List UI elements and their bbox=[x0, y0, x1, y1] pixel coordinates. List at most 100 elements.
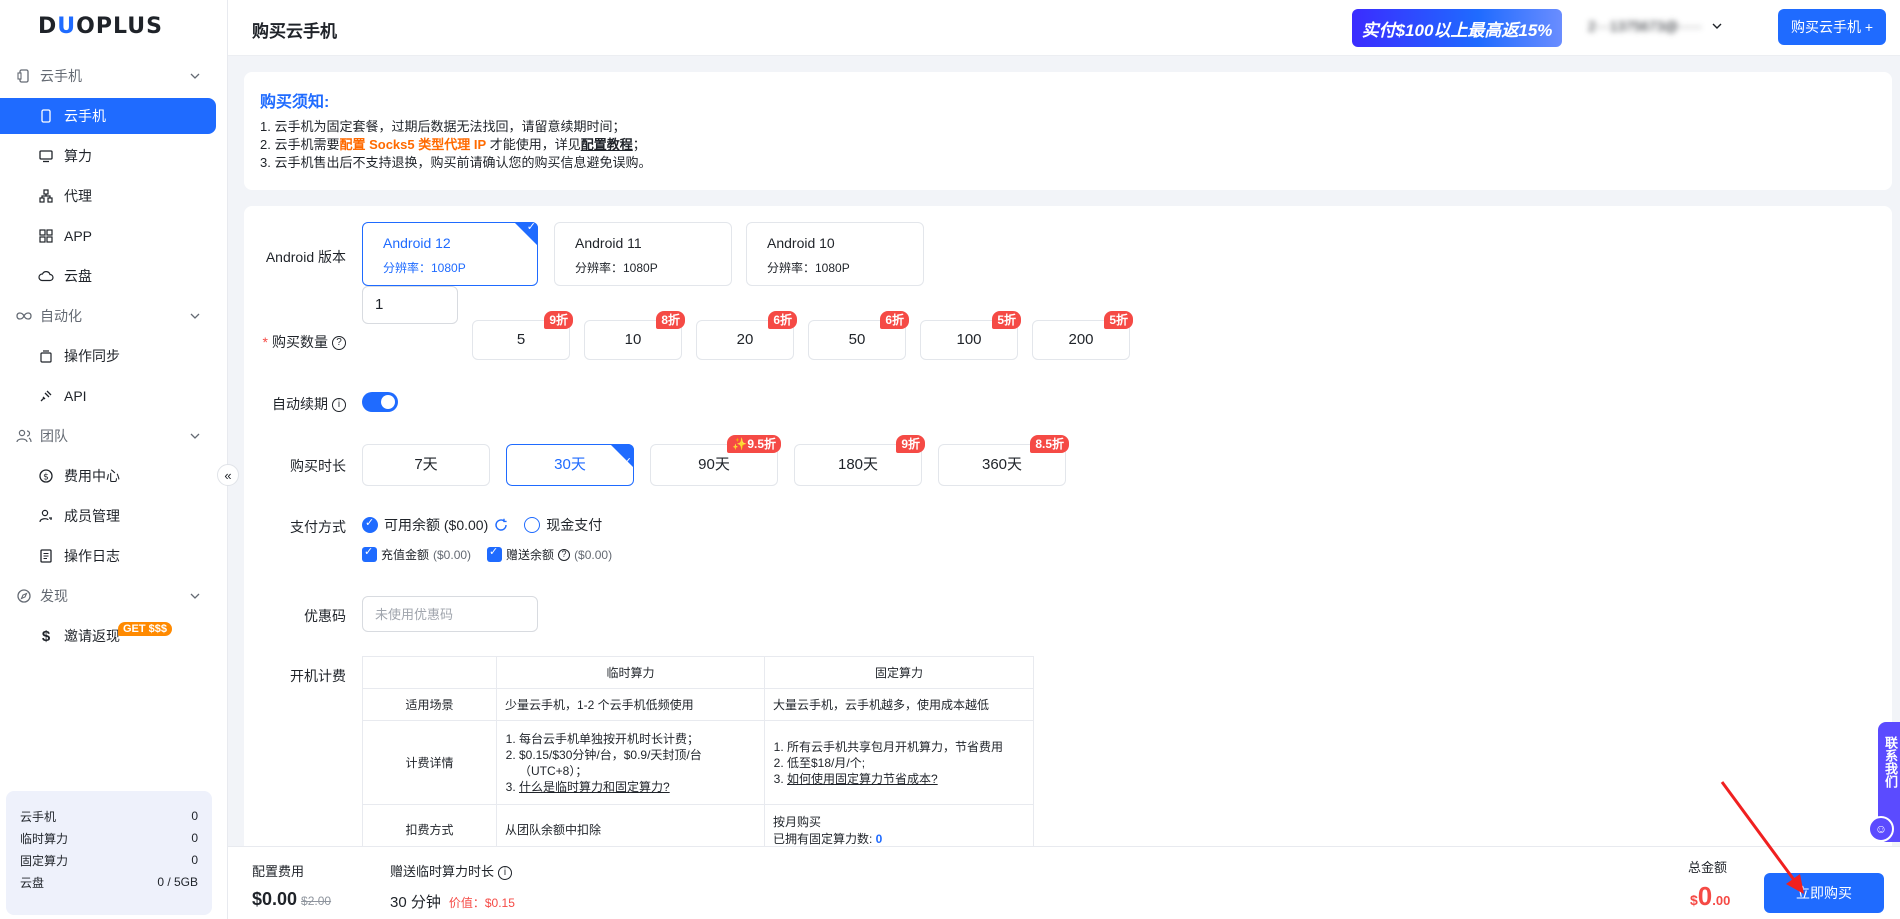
sidebar-item-logs[interactable]: 操作日志 bbox=[0, 536, 216, 576]
payment-label: 支付方式 bbox=[290, 519, 346, 535]
chevron-down-icon bbox=[190, 593, 200, 599]
notice-line: 2. 云手机需要配置 Socks5 类型代理 IP 才能使用，详见配置教程； bbox=[260, 137, 646, 152]
config-tutorial-link[interactable]: 配置教程 bbox=[581, 137, 633, 152]
quantity-option-50[interactable]: 50 6折 bbox=[808, 311, 909, 360]
mobile-icon bbox=[38, 108, 54, 124]
nav-group-discover[interactable]: 发现 bbox=[0, 576, 228, 616]
red-arrow-annotation bbox=[1720, 781, 1804, 894]
fixed-compute-howto-link[interactable]: 如何使用固定算力节省成本? bbox=[787, 772, 938, 786]
nav-group-cloud-phone[interactable]: 云手机 bbox=[0, 56, 228, 96]
team-icon bbox=[16, 428, 32, 444]
android-10-option[interactable]: Android 10 分辨率：1080P bbox=[746, 222, 924, 286]
help-icon[interactable]: ? bbox=[558, 548, 571, 561]
duration-label: 购买时长 bbox=[290, 458, 346, 474]
quantity-label: * 购买数量? bbox=[244, 332, 346, 352]
notice-line: 1. 云手机为固定套餐，过期后数据无法找回，请留意续期时间； bbox=[260, 119, 626, 134]
dollar-icon: $ bbox=[41, 627, 51, 645]
table-row: 临时算力 固定算力 bbox=[362, 656, 1034, 689]
coupon-label: 优惠码 bbox=[304, 608, 346, 624]
checkout-bar: 配置费用 $0.00 $2.00 赠送临时算力时长 i 30 分钟 价值：$0.15 … bbox=[228, 846, 1900, 919]
balance-radio[interactable] bbox=[362, 516, 378, 533]
table-row: 计费详情 每台云手机单独按开机时长计费； $0.15/$30分钟/台，$0.9/… bbox=[362, 720, 1034, 805]
quantity-option-20[interactable]: 20 6折 bbox=[696, 311, 797, 360]
sidebar-item-cloud-disk[interactable]: 云盘 bbox=[0, 256, 216, 296]
info-icon[interactable]: i bbox=[498, 865, 513, 880]
table-row: 适用场景 少量云手机，1-2 个云手机低频使用 大量云手机，云手机越多，使用成本… bbox=[362, 688, 1034, 721]
promo-banner[interactable]: 实付$100以上最高返15% bbox=[1352, 9, 1562, 47]
invite-badge: GET $$$ bbox=[118, 622, 173, 636]
duoplus-logo[interactable]: DUOPLUS bbox=[38, 14, 163, 39]
notice-line: 3. 云手机售出后不支持退换，购买前请确认您的购买信息避免误购。 bbox=[260, 155, 652, 170]
android-11-option[interactable]: Android 11 分辨率：1080P bbox=[554, 222, 732, 286]
stat-row: 临时算力 0 bbox=[20, 831, 198, 846]
chevron-down-icon bbox=[190, 433, 200, 439]
svg-text:$: $ bbox=[43, 473, 49, 483]
dollar-circle-icon: $ bbox=[38, 468, 54, 484]
stat-row: 固定算力 0 bbox=[20, 853, 198, 868]
plug-icon bbox=[38, 388, 54, 404]
sidebar-item-proxy[interactable]: 代理 bbox=[0, 176, 216, 216]
nav-group-team[interactable]: 团队 bbox=[0, 416, 228, 456]
stat-row: 云手机 0 bbox=[20, 809, 198, 824]
sidebar-item-members[interactable]: 成员管理 bbox=[0, 496, 216, 536]
android-12-option[interactable]: Android 12 分辨率：1080P bbox=[362, 222, 538, 286]
auto-renew-label: 自动续期 i bbox=[244, 394, 346, 414]
purchase-form: Android 版本 Android 12 分辨率：1080P Android … bbox=[244, 206, 1892, 855]
duration-option-90d[interactable]: 90天 ✨9.5折 bbox=[650, 435, 781, 486]
sidebar-item-api[interactable]: API bbox=[0, 376, 216, 416]
user-email: 2···1375673@····· bbox=[1588, 18, 1702, 34]
auto-renew-toggle[interactable] bbox=[362, 392, 398, 412]
compass-icon bbox=[16, 588, 32, 604]
quantity-option-200[interactable]: 200 5折 bbox=[1032, 311, 1133, 360]
sidebar-item-app[interactable]: APP bbox=[0, 216, 216, 256]
config-fee-value: $0.00 $2.00 bbox=[252, 889, 332, 909]
help-icon[interactable]: ? bbox=[332, 336, 346, 351]
coupon-input[interactable] bbox=[362, 596, 538, 632]
payment-options: 可用余额 ($0.00) 现金支付 bbox=[362, 515, 602, 535]
balance-sources: 充值金额 ($0.00) 赠送余额 ? ($0.00) bbox=[362, 545, 612, 563]
infinity-icon bbox=[16, 308, 32, 324]
android-version-label: Android 版本 bbox=[265, 249, 346, 265]
nav-group-automation[interactable]: 自动化 bbox=[0, 296, 228, 336]
purchase-notice: 购买须知: 1. 云手机为固定套餐，过期后数据无法找回，请留意续期时间； 2. … bbox=[244, 72, 1892, 190]
cash-radio[interactable] bbox=[524, 517, 541, 533]
collapse-sidebar-button[interactable]: « bbox=[217, 464, 239, 486]
layers-icon bbox=[38, 348, 54, 364]
selected-check-icon bbox=[514, 222, 538, 246]
sidebar-item-cloud-phone[interactable]: 云手机 bbox=[0, 98, 216, 134]
stat-row: 云盘 0 / 5GB bbox=[20, 875, 198, 890]
notice-title: 购买须知: bbox=[260, 94, 330, 111]
duration-option-7d[interactable]: 7天 bbox=[362, 444, 490, 486]
quantity-option-10[interactable]: 10 8折 bbox=[584, 311, 685, 360]
duration-option-30d[interactable]: 30天 bbox=[506, 444, 634, 486]
document-icon bbox=[38, 548, 54, 564]
gift-checkbox[interactable] bbox=[487, 545, 503, 562]
chat-icon[interactable]: ☺ bbox=[1868, 816, 1894, 842]
sidebar-item-sync[interactable]: 操作同步 bbox=[0, 336, 216, 376]
billing-comparison-table: 临时算力 固定算力 适用场景 少量云手机，1-2 个云手机低频使用 大量云手机，… bbox=[362, 656, 1034, 855]
sidebar-item-compute[interactable]: 算力 bbox=[0, 136, 216, 176]
sidebar: DUOPLUS 云手机 云手机 算力 代理 APP 云盘 自动化 操作同步 AP… bbox=[0, 0, 228, 919]
buy-cloud-phone-button[interactable]: 购买云手机 + bbox=[1778, 9, 1886, 45]
info-icon[interactable]: i bbox=[332, 398, 346, 413]
user-menu[interactable]: 2···1375673@····· bbox=[1588, 18, 1722, 34]
gift-compute-value: 30 分钟 价值：$0.15 bbox=[390, 894, 515, 911]
cloud-icon bbox=[38, 268, 54, 284]
recharge-checkbox[interactable] bbox=[362, 545, 377, 562]
refresh-icon[interactable] bbox=[494, 518, 508, 532]
quantity-input[interactable]: 1 bbox=[362, 286, 458, 324]
quantity-option-100[interactable]: 100 5折 bbox=[920, 311, 1021, 360]
config-fee-label: 配置费用 bbox=[252, 864, 305, 879]
sidebar-item-invite[interactable]: $ 邀请返现 GET $$$ bbox=[0, 616, 216, 656]
sidebar-item-billing[interactable]: $ 费用中心 bbox=[0, 456, 216, 496]
chevron-down-icon bbox=[190, 73, 200, 79]
resource-stats: 云手机 0 临时算力 0 固定算力 0 云盘 0 / 5GB bbox=[6, 791, 212, 915]
sidebar-nav: 云手机 云手机 算力 代理 APP 云盘 自动化 操作同步 API 团队 $ 费… bbox=[0, 56, 228, 656]
quantity-option-5[interactable]: 5 9折 bbox=[472, 311, 573, 360]
duration-option-180d[interactable]: 180天 9折 bbox=[794, 435, 925, 486]
user-key-icon bbox=[38, 508, 54, 524]
compute-explain-link[interactable]: 什么是临时算力和固定算力? bbox=[519, 780, 670, 794]
duration-option-360d[interactable]: 360天 8.5折 bbox=[938, 435, 1069, 486]
gift-compute-label: 赠送临时算力时长 i bbox=[390, 861, 513, 880]
boot-billing-label: 开机计费 bbox=[290, 668, 346, 684]
